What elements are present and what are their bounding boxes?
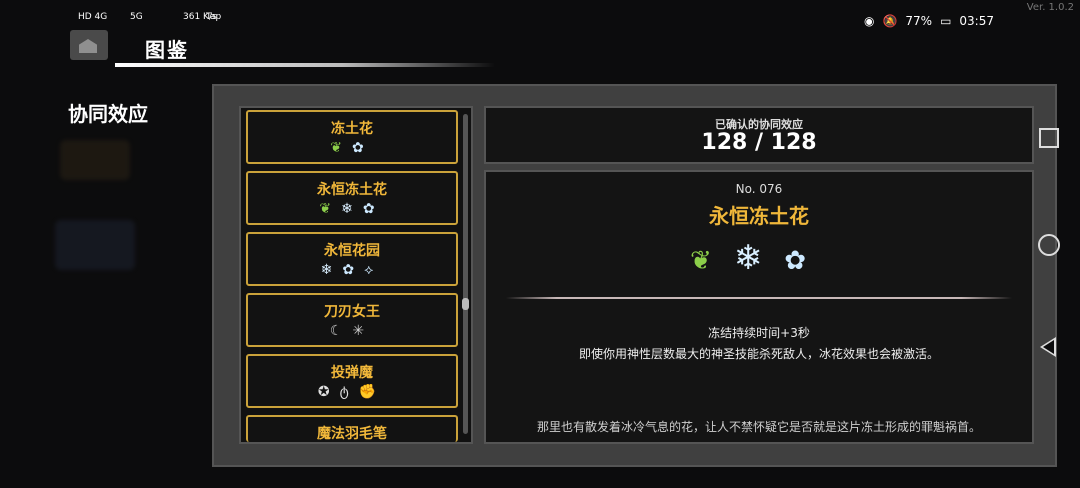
system-nav-bar: [1024, 0, 1080, 488]
ice-flower-icon: ✿: [784, 246, 829, 276]
list-item-name: 永恒花园: [324, 243, 380, 259]
signal-left: HD 4G: [78, 12, 108, 22]
mute-icon: 🔕: [882, 14, 898, 28]
home-nav-button[interactable]: [1038, 234, 1060, 256]
confirmed-synergy-box: 已确认的协同效应 128 / 128: [484, 106, 1034, 164]
home-button[interactable]: [70, 30, 108, 60]
leaf-icon: ❦: [689, 246, 734, 276]
status-bar: HD 4G 5G 361 K/s Tap ◉ 🔕 77% ▭ 03:57: [78, 10, 1080, 32]
confirmed-synergy-count: 128 / 128: [701, 130, 817, 155]
flask-icon: ტ: [339, 384, 359, 400]
bomb-icon: ✪: [317, 384, 340, 400]
list-item[interactable]: 永恒冻土花 ❦❄✿: [246, 171, 458, 225]
list-item[interactable]: 魔法羽毛笔: [246, 415, 458, 442]
divider: [506, 297, 1012, 299]
list-scrollbar-thumb[interactable]: [462, 298, 469, 310]
spider-icon: ✳: [352, 323, 375, 339]
ice-flower-icon: ✿: [362, 201, 385, 217]
effect-line-2: 即使你用神性层数最大的神圣技能杀死敌人，冰花效果也会被激活。: [578, 347, 939, 361]
synergy-name: 永恒冻土花: [709, 204, 809, 228]
list-item[interactable]: 投弹魔 ✪ტ✊: [246, 354, 458, 408]
battery-percent: 77%: [905, 14, 933, 28]
list-item-name: 冻土花: [331, 121, 373, 137]
ice-flower-icon: ✿: [352, 140, 374, 156]
list-item[interactable]: 刀刃女王 ☾✳: [246, 293, 458, 347]
page-title: 图鉴: [145, 38, 189, 62]
title-underline: [115, 63, 495, 67]
list-item-name: 刀刃女王: [324, 304, 380, 320]
tap-label: Tap: [206, 12, 222, 22]
effect-line-1: 冻结持续时间+3秒: [708, 326, 810, 340]
ice-orb-icon: ❄: [320, 262, 343, 278]
list-item[interactable]: 永恒花园 ❄✿⟡: [246, 232, 458, 286]
leaf-icon: ❦: [319, 201, 342, 217]
recents-button[interactable]: [1039, 128, 1059, 148]
branch-icon: ⟡: [364, 262, 384, 278]
ice-orb-icon: ❄: [733, 238, 785, 278]
ice-orb-icon: ❄: [341, 201, 363, 217]
synergy-number: No. 076: [735, 182, 783, 196]
list-item-name: 永恒冻土花: [317, 182, 387, 198]
battery-icon: ▭: [940, 14, 952, 28]
signal-right: 5G: [130, 12, 143, 22]
back-button[interactable]: [1040, 337, 1056, 357]
list-item-name: 魔法羽毛笔: [317, 426, 387, 442]
flavor-text: 那里也有散发着冰冷气息的花，让人不禁怀疑它是否就是这片冻土形成的罪魁祸首。: [536, 420, 981, 434]
background-scene: [60, 140, 130, 180]
ice-flower-icon: ✿: [342, 262, 365, 278]
claw-icon: ☾: [329, 323, 353, 339]
eye-icon: ◉: [863, 14, 875, 28]
clock: 03:57: [959, 14, 994, 28]
category-synergy[interactable]: 协同效应: [68, 98, 148, 127]
leaf-icon: ❦: [330, 140, 352, 156]
background-scene: [55, 220, 135, 270]
list-scrollbar[interactable]: [463, 114, 468, 434]
list-item-name: 投弹魔: [331, 365, 373, 381]
synergy-detail: No. 076 永恒冻土花 ❦❄✿ 冻结持续时间+3秒 即使你用神性层数最大的神…: [484, 170, 1034, 444]
fist-icon: ✊: [358, 384, 387, 400]
list-item[interactable]: 冻土花 ❦✿: [246, 110, 458, 164]
